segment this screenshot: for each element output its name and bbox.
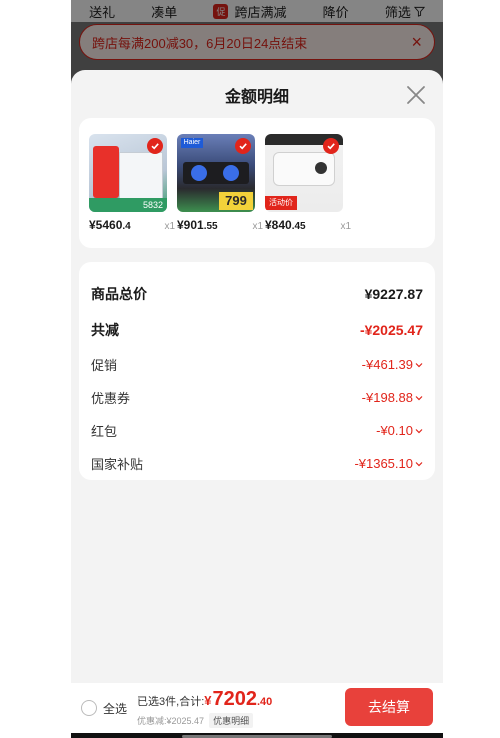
selected-check-icon — [147, 138, 163, 154]
product-tag: 799 — [219, 192, 253, 210]
promotion-row[interactable]: 促销 -¥461.39 — [91, 348, 423, 381]
close-icon[interactable] — [403, 82, 429, 108]
checkout-bar: 全选 已选3件,合计: ¥ 7202 .40 优惠减:¥2025.47 优惠明细… — [71, 683, 443, 733]
subtotal-value: ¥9227.87 — [364, 286, 423, 302]
product-thumbnail: 活动价 — [265, 134, 343, 212]
coupon-row[interactable]: 优惠券 -¥198.88 — [91, 381, 423, 414]
product-price: ¥840.45 — [265, 218, 306, 232]
product-item[interactable]: 5832 ¥5460.4 x1 — [89, 134, 175, 232]
discount-text: 优惠减:¥2025.47 — [137, 716, 205, 726]
coupon-label: 优惠券 — [91, 391, 131, 406]
total-discount-label: 共减 — [91, 322, 119, 338]
product-qty: x1 — [340, 221, 351, 232]
total-decimal: .40 — [256, 696, 273, 708]
currency-symbol: ¥ — [204, 693, 212, 708]
amount-detail-sheet: 金额明细 5832 ¥5460.4 x1 Haier 799 ¥901.55 x… — [71, 70, 443, 683]
product-qty: x1 — [164, 221, 175, 232]
discount-detail-button[interactable]: 优惠明细 — [209, 713, 254, 728]
amount-breakdown-card: 商品总价 ¥9227.87 共减 -¥2025.47 促销 -¥461.39 优… — [79, 262, 435, 480]
product-item[interactable]: Haier 799 ¥901.55 x1 — [177, 134, 263, 232]
checkout-button[interactable]: 去结算 — [345, 688, 433, 726]
select-all-label[interactable]: 全选 — [103, 700, 127, 717]
subsidy-value: -¥1365.10 — [354, 456, 413, 471]
total-summary: 已选3件,合计: ¥ 7202 .40 优惠减:¥2025.47 优惠明细 — [137, 688, 272, 728]
chevron-down-icon — [415, 362, 423, 367]
selected-check-icon — [235, 138, 251, 154]
select-all-radio[interactable] — [81, 700, 97, 716]
chevron-down-icon — [415, 428, 423, 433]
product-qty: x1 — [252, 221, 263, 232]
red-packet-label: 红包 — [91, 424, 118, 439]
phone-screen: 送礼 凑单 促 跨店满减 降价 筛选 跨店每满200减30，6月20日24点结束… — [71, 0, 443, 738]
promotion-label: 促销 — [91, 358, 118, 373]
promotion-value: -¥461.39 — [361, 357, 413, 372]
subsidy-row[interactable]: 国家补贴 -¥1365.10 — [91, 447, 423, 480]
chevron-down-icon — [415, 395, 423, 400]
subtotal-label: 商品总价 — [91, 286, 147, 302]
sheet-header: 金额明细 — [71, 70, 443, 120]
total-discount-row: 共减 -¥2025.47 — [91, 312, 423, 348]
coupon-value: -¥198.88 — [361, 390, 413, 405]
product-tag: 5832 — [89, 198, 167, 212]
product-thumbnail: Haier 799 — [177, 134, 255, 212]
subsidy-label: 国家补贴 — [91, 457, 144, 472]
total-amount: 7202 — [212, 688, 257, 710]
red-packet-value: -¥0.10 — [376, 423, 413, 438]
product-item[interactable]: 活动价 ¥840.45 x1 — [265, 134, 351, 232]
summary-prefix: 已选3件,合计: — [137, 696, 205, 708]
total-discount-value: -¥2025.47 — [359, 322, 423, 338]
selected-check-icon — [323, 138, 339, 154]
product-thumbnail: 5832 — [89, 134, 167, 212]
product-list-card: 5832 ¥5460.4 x1 Haier 799 ¥901.55 x1 活动价… — [79, 118, 435, 248]
sheet-title: 金额明细 — [224, 89, 289, 106]
product-tag: 活动价 — [265, 196, 297, 210]
product-price: ¥5460.4 — [89, 218, 131, 232]
product-price: ¥901.55 — [177, 218, 218, 232]
red-packet-row[interactable]: 红包 -¥0.10 — [91, 414, 423, 447]
chevron-down-icon — [415, 461, 423, 466]
subtotal-row: 商品总价 ¥9227.87 — [91, 276, 423, 312]
